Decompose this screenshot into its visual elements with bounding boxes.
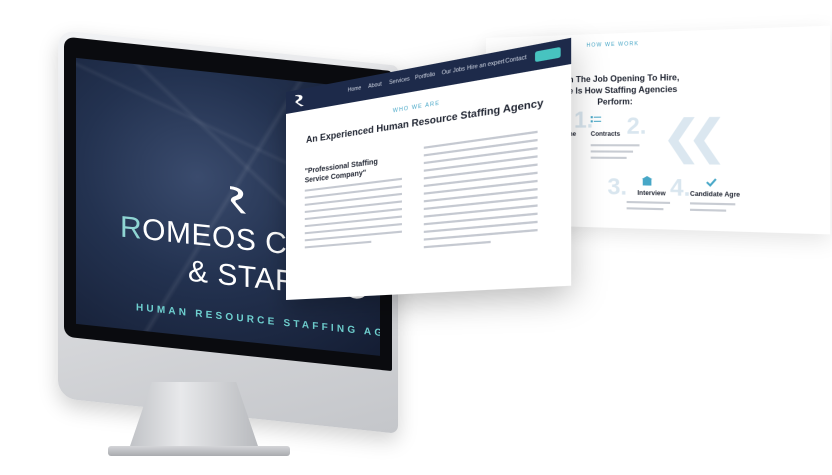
nav-item-home[interactable]: Home [348, 85, 362, 94]
chevron-left-icon: ❮❮ [661, 110, 713, 164]
text-line [590, 156, 627, 159]
building-icon [641, 175, 653, 186]
nav-item-about[interactable]: About [368, 81, 382, 90]
nav-cta-button[interactable] [535, 46, 561, 63]
text-line [423, 171, 538, 188]
list-icon [590, 116, 602, 123]
step-number: 3. [607, 173, 627, 200]
how-we-work-kicker: HOW WE WORK [586, 40, 640, 49]
text-line [304, 240, 372, 249]
nav-item-contact[interactable]: Contact [505, 54, 526, 65]
check-icon [706, 177, 717, 188]
step-number: 4. [670, 174, 691, 202]
step-label: Interview [637, 190, 666, 198]
text-line [689, 208, 727, 212]
nav-item-hire-an-expert[interactable]: Hire an expert [467, 58, 504, 72]
nav-item-our-jobs[interactable]: Our Jobs [442, 66, 465, 77]
nav-item-portfolio[interactable]: Portfolio [415, 71, 435, 81]
text-line [423, 163, 538, 180]
step-label: Candidate Agre [689, 191, 741, 199]
text-line [423, 240, 491, 249]
nav-item-services[interactable]: Services [389, 76, 410, 86]
text-line [590, 150, 634, 153]
text-line [626, 200, 671, 204]
text-line [590, 144, 640, 147]
step-number: 2. [626, 112, 647, 139]
right-paragraph [423, 130, 538, 254]
text-line [689, 202, 736, 206]
left-paragraph [304, 177, 402, 254]
romeos-logo-icon [230, 186, 246, 214]
monitor-base [108, 446, 290, 456]
hero-title-initial: R [120, 210, 143, 246]
text-line [626, 207, 664, 211]
step-label: Contracts [590, 131, 621, 138]
romeos-logo-icon[interactable] [293, 92, 306, 109]
